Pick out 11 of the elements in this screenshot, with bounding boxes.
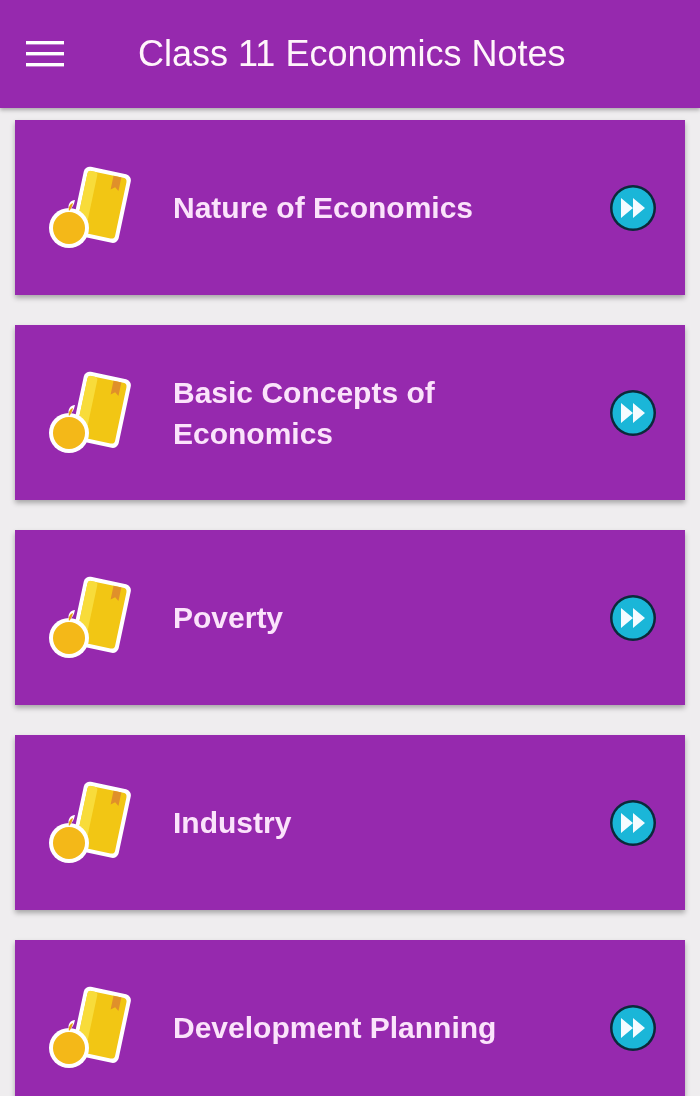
chapter-title: Industry <box>173 805 292 841</box>
chapter-card[interactable]: Nature of Economics <box>15 120 685 295</box>
chapter-title: Poverty <box>173 600 284 636</box>
chapter-card[interactable]: Industry <box>15 735 685 910</box>
chapter-card[interactable]: Development Planning <box>15 940 685 1096</box>
chapter-title: Development Planning <box>173 1010 497 1046</box>
chapter-card[interactable]: Basic Concepts of Economics <box>15 325 685 500</box>
chapter-title: Basic Concepts of Economics <box>173 374 436 452</box>
app-title: Class 11 Economics Notes <box>138 33 566 75</box>
chapter-card[interactable]: Poverty <box>15 530 685 705</box>
chapter-title: Nature of Economics <box>173 190 474 226</box>
